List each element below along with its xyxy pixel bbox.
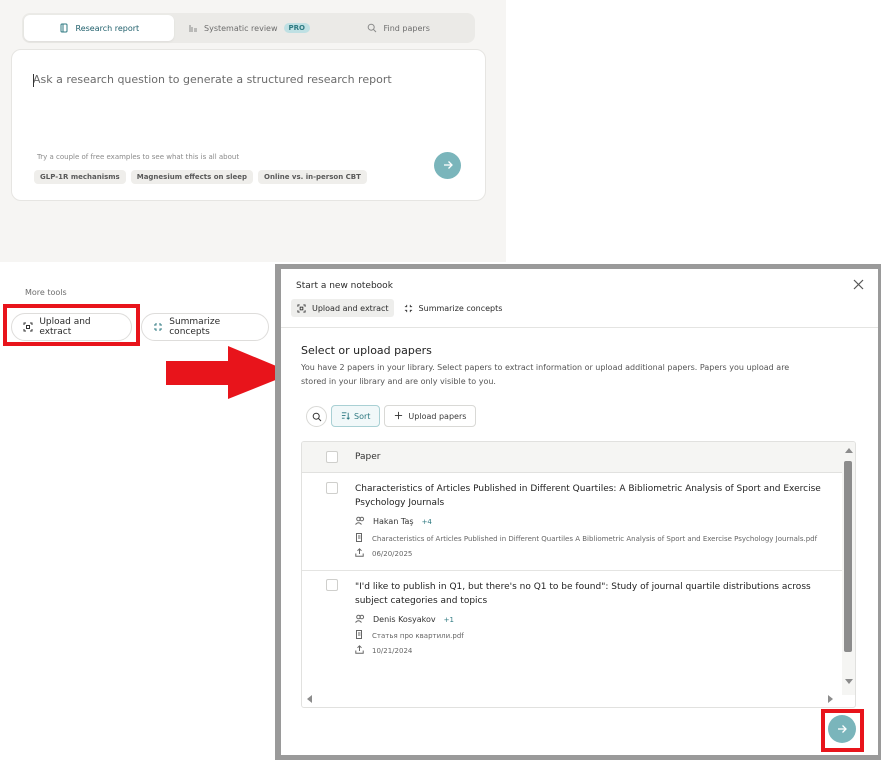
file-name: Characteristics of Articles Published in… xyxy=(372,534,818,543)
upload-date: 06/20/2025 xyxy=(372,549,413,558)
paper-file: Статья про квартили.pdf xyxy=(355,630,464,641)
example-chip[interactable]: Online vs. in-person CBT xyxy=(258,170,367,184)
file-icon xyxy=(355,533,364,544)
select-all-checkbox[interactable] xyxy=(326,451,338,463)
divider xyxy=(281,327,878,328)
tab-label: Research report xyxy=(75,23,140,33)
upload-papers-button[interactable]: Upload papers xyxy=(384,405,477,427)
button-label: Summarize concepts xyxy=(169,317,221,337)
papers-table: Paper Characteristics of Articles Publis… xyxy=(301,441,856,708)
author-name: Denis Kosyakov xyxy=(373,615,436,624)
page: Research report Systematic review PRO Fi… xyxy=(0,0,881,760)
column-header-paper: Paper xyxy=(355,452,381,462)
file-icon xyxy=(355,630,364,641)
plus-icon xyxy=(394,411,403,422)
arrow-right-icon xyxy=(442,156,454,175)
submit-button[interactable] xyxy=(434,152,461,179)
row-checkbox[interactable] xyxy=(326,482,338,494)
example-chips: GLP-1R mechanisms Magnesium effects on s… xyxy=(34,170,367,184)
more-authors[interactable]: +1 xyxy=(444,616,454,624)
pro-badge: PRO xyxy=(283,23,310,33)
book-icon xyxy=(59,23,70,34)
scroll-left-arrow[interactable] xyxy=(307,695,312,703)
tab-label: Systematic review xyxy=(204,23,278,33)
collapse-icon xyxy=(153,322,163,333)
paper-date: 10/21/2024 xyxy=(355,645,412,656)
chart-list-icon xyxy=(187,23,198,34)
search-button[interactable] xyxy=(306,405,327,427)
text-caret xyxy=(33,74,34,87)
search-icon xyxy=(366,23,377,34)
upload-date: 10/21/2024 xyxy=(372,646,413,655)
tab-label: Upload and extract xyxy=(312,303,389,313)
close-icon[interactable] xyxy=(851,277,865,291)
new-notebook-modal: Start a new notebook Upload and extract … xyxy=(281,269,878,755)
upload-icon xyxy=(355,645,364,656)
upload-papers-label: Upload papers xyxy=(408,411,467,421)
question-input[interactable] xyxy=(33,73,453,86)
example-chip[interactable]: Magnesium effects on sleep xyxy=(130,170,254,184)
modal-title: Start a new notebook xyxy=(296,281,393,291)
scroll-down-arrow[interactable] xyxy=(845,679,853,684)
people-icon xyxy=(355,516,365,527)
papers-toolbar: Sort Upload papers xyxy=(306,405,477,427)
section-description: You have 2 papers in your library. Selec… xyxy=(301,363,790,386)
highlight-box xyxy=(3,304,140,346)
paper-authors: Hakan Taş +4 xyxy=(355,516,432,527)
question-box: Try a couple of free examples to see wha… xyxy=(11,49,486,201)
scroll-right-arrow[interactable] xyxy=(828,695,833,703)
highlight-box xyxy=(821,709,864,752)
file-name: Статья про квартили.pdf xyxy=(372,631,464,640)
sort-button[interactable]: Sort xyxy=(331,405,381,427)
sort-icon xyxy=(341,411,350,422)
paper-title[interactable]: "I'd like to publish in Q1, but there's … xyxy=(355,580,825,608)
table-row[interactable]: Characteristics of Articles Published in… xyxy=(302,473,842,571)
search-icon xyxy=(312,407,322,426)
scan-icon xyxy=(296,303,307,314)
mode-tabs: Research report Systematic review PRO Fi… xyxy=(22,13,475,43)
table-row[interactable]: "I'd like to publish in Q1, but there's … xyxy=(302,571,842,671)
author-name: Hakan Taş xyxy=(373,517,414,526)
section-title: Select or upload papers xyxy=(301,344,432,357)
paper-file: Characteristics of Articles Published in… xyxy=(355,533,817,544)
example-chip[interactable]: GLP-1R mechanisms xyxy=(34,170,126,184)
people-icon xyxy=(355,614,365,625)
examples-hint: Try a couple of free examples to see wha… xyxy=(37,153,240,161)
sort-label: Sort xyxy=(354,411,371,421)
paper-authors: Denis Kosyakov +1 xyxy=(355,614,454,625)
modal-tabs: Upload and extract Summarize concepts xyxy=(291,299,507,317)
more-tools-label: More tools xyxy=(25,288,67,297)
scrollbar-thumb[interactable] xyxy=(844,461,852,652)
tab-upload-extract[interactable]: Upload and extract xyxy=(291,299,394,317)
scroll-up-arrow[interactable] xyxy=(845,448,853,453)
paper-title[interactable]: Characteristics of Articles Published in… xyxy=(355,482,825,510)
tab-summarize-concepts[interactable]: Summarize concepts xyxy=(398,299,508,317)
tab-label: Find papers xyxy=(383,23,430,33)
paper-date: 06/20/2025 xyxy=(355,548,412,559)
tab-label: Summarize concepts xyxy=(418,303,503,313)
tab-find-papers[interactable]: Find papers xyxy=(323,15,473,41)
more-authors[interactable]: +4 xyxy=(422,518,432,526)
collapse-icon xyxy=(403,303,414,314)
row-checkbox[interactable] xyxy=(326,579,338,591)
summarize-concepts-button[interactable]: Summarize concepts xyxy=(141,313,269,341)
upload-icon xyxy=(355,548,364,559)
tab-research-report[interactable]: Research report xyxy=(24,15,174,41)
tab-systematic-review[interactable]: Systematic review PRO xyxy=(174,15,324,41)
table-header: Paper xyxy=(302,442,842,473)
